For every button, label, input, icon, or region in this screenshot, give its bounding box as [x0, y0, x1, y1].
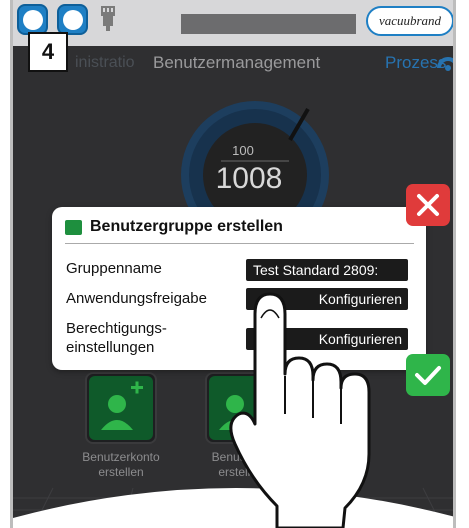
close-icon: [417, 194, 439, 216]
process-icon: [437, 57, 453, 71]
status-button-1[interactable]: [17, 4, 48, 35]
gauge-setpoint: 100: [232, 143, 254, 158]
top-bar: vacuubrand: [13, 0, 453, 46]
create-account-tile[interactable]: [85, 372, 157, 444]
status-button-icon: [23, 10, 43, 30]
gauge-value: 1008: [215, 162, 283, 195]
app-release-label: Anwendungsfreigabe: [66, 290, 207, 307]
cancel-button[interactable]: [406, 184, 450, 226]
group-icon: [65, 220, 82, 235]
confirm-button[interactable]: [406, 354, 450, 396]
status-button-2[interactable]: [57, 4, 88, 35]
status-button-icon: [63, 10, 83, 30]
group-name-label: Gruppenname: [66, 260, 162, 277]
title-bar: [181, 14, 356, 34]
dialog-title: Benutzergruppe erstellen: [90, 218, 283, 235]
tab-bar: inistratio Benutzermanagement Prozess: [13, 48, 453, 78]
tab-benutzermanagement[interactable]: Benutzermanagement: [153, 53, 320, 73]
checkmark-icon: [415, 366, 441, 385]
divider: [65, 243, 414, 244]
screen: vacuubrand inistratio Benutzermanagement…: [0, 0, 469, 528]
permission-settings-label: Berechtigungs- einstellungen: [66, 320, 167, 356]
tab-administration[interactable]: inistratio: [75, 54, 135, 72]
pointing-hand-icon: [229, 292, 371, 528]
group-name-field[interactable]: Test Standard 2809:: [246, 259, 408, 281]
add-user-icon: [89, 376, 153, 440]
step-number-badge: 4: [28, 32, 68, 72]
network-icon: [101, 6, 115, 31]
brand-logo: vacuubrand: [366, 6, 453, 36]
